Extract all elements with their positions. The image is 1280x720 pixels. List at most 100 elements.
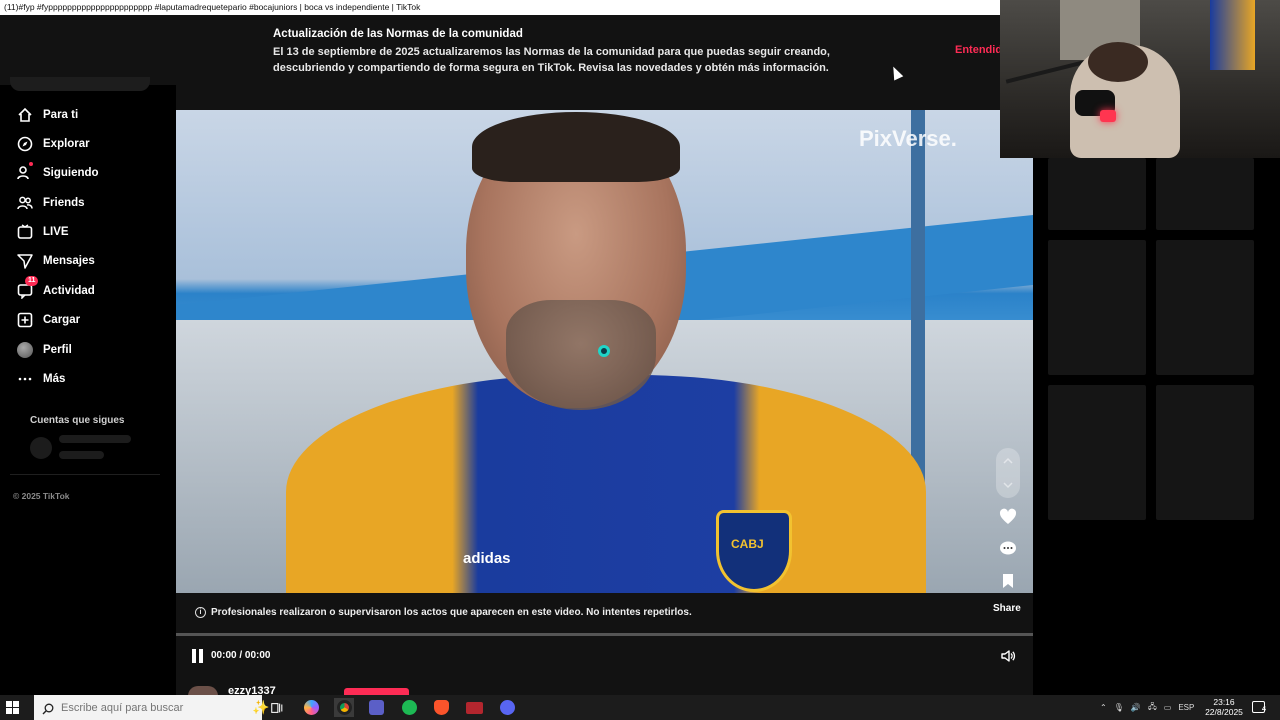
disclaimer-bar: i Profesionales realizaron o supervisaron… <box>176 593 1033 633</box>
brave-app-icon[interactable] <box>431 698 451 717</box>
crest-text: CABJ <box>731 537 764 551</box>
video-thumbnail[interactable] <box>1156 240 1254 375</box>
person-hair <box>472 112 680 182</box>
mic-light <box>1100 110 1116 122</box>
loading-text-skeleton <box>59 451 104 459</box>
divider <box>10 474 160 475</box>
windows-start-icon[interactable] <box>6 701 19 714</box>
taskbar-search-input[interactable] <box>61 701 211 714</box>
video-time: 00:00 / 00:00 <box>211 650 271 661</box>
sidebar-item-label: Cargar <box>43 314 81 326</box>
sidebar-item-mensajes[interactable]: Mensajes <box>16 251 95 271</box>
video-navigation-control[interactable] <box>996 448 1020 498</box>
video-thumbnail[interactable] <box>1048 385 1146 520</box>
activity-badge: 11 <box>25 276 39 286</box>
person-beard <box>506 300 656 410</box>
webcam-background-poster <box>1210 0 1255 70</box>
sidebar-item-label: Para ti <box>43 109 79 121</box>
divider <box>1033 158 1048 695</box>
compass-icon <box>16 135 34 153</box>
speaker-icon[interactable]: 🔊 <box>1131 703 1141 712</box>
webcam-overlay <box>1000 0 1280 158</box>
club-crest: CABJ <box>716 510 792 592</box>
sidebar-item-label: LIVE <box>43 226 69 238</box>
sidebar-item-cargar[interactable]: Cargar <box>16 310 80 330</box>
copyright: © 2025 TikTok <box>13 491 70 501</box>
teams-app-icon[interactable] <box>366 698 386 717</box>
disclaimer-text: Profesionales realizaron o supervisaron … <box>211 607 692 618</box>
sidebar-item-label: Actividad <box>43 285 95 297</box>
chevron-up-icon[interactable]: ⌃ <box>1100 703 1107 712</box>
sidebar-item-para-ti[interactable]: Para ti <box>16 105 78 125</box>
chrome-app-icon[interactable] <box>334 698 354 717</box>
info-icon: i <box>195 607 206 618</box>
video-thumbnail[interactable] <box>1156 385 1254 520</box>
system-tray: ⌃ 🎙 🔊 🖧 ▭ ESP <box>1100 695 1201 720</box>
loading-avatar-skeleton <box>30 437 52 459</box>
clock-time: 23:16 <box>1213 697 1235 707</box>
sidebar: Para ti Explorar Siguiendo Friends LIVE … <box>0 77 160 695</box>
sidebar-item-mas[interactable]: Más <box>16 369 65 389</box>
search-input[interactable] <box>10 77 150 91</box>
windows-taskbar: ✨ ⌃ 🎙 🔊 🖧 ▭ ESP 23:16 22/8/2025 4 <box>0 695 1280 720</box>
live-icon <box>16 223 34 241</box>
pause-button[interactable] <box>192 649 204 663</box>
more-icon <box>16 370 34 388</box>
sidebar-item-perfil[interactable]: Perfil <box>16 340 72 360</box>
sidebar-item-label: Siguiendo <box>43 167 99 179</box>
banner-text: El 13 de septiembre de 2025 actualizarem… <box>273 46 830 74</box>
volume-icon[interactable] <box>1000 648 1016 664</box>
following-accounts-title: Cuentas que sigues <box>30 415 125 426</box>
home-icon <box>16 106 34 124</box>
window-title: (11)#fyp #fypppppppppppppppppppppp #lapu… <box>0 0 1000 15</box>
sidebar-item-label: Mensajes <box>43 255 95 267</box>
new-content-dot <box>29 162 33 166</box>
jersey <box>286 375 926 593</box>
sidebar-item-live[interactable]: LIVE <box>16 222 69 242</box>
voicemeeter-app-icon[interactable] <box>464 698 484 717</box>
activity-icon: 11 <box>16 276 39 300</box>
touch-indicator-icon <box>598 345 610 357</box>
sidebar-item-label: Más <box>43 373 66 385</box>
related-videos-grid <box>1048 158 1258 523</box>
discord-app-icon[interactable] <box>497 698 517 717</box>
sidebar-item-siguiendo[interactable]: Siguiendo <box>16 162 99 183</box>
network-icon[interactable]: 🖧 <box>1148 701 1157 715</box>
microphone-icon[interactable]: 🎙 <box>1114 703 1124 712</box>
messages-icon <box>16 252 34 270</box>
sidebar-item-label: Perfil <box>43 344 72 356</box>
copilot-app-icon[interactable] <box>301 698 321 717</box>
taskbar-search[interactable]: ✨ <box>34 695 269 720</box>
player-top-bar <box>176 85 1033 110</box>
video-thumbnail[interactable] <box>1156 158 1254 230</box>
sidebar-item-label: Friends <box>43 197 85 209</box>
following-icon <box>16 162 34 182</box>
video-thumbnail[interactable] <box>1048 158 1146 230</box>
sidebar-item-friends[interactable]: Friends <box>16 193 85 213</box>
share-label[interactable]: Share <box>993 603 1021 614</box>
sidebar-item-label: Explorar <box>43 138 90 150</box>
notification-count: 4 <box>1262 706 1266 713</box>
jersey-brand: adidas <box>463 550 511 567</box>
display-icon[interactable]: ▭ <box>1164 703 1172 712</box>
taskbar-clock[interactable]: 23:16 22/8/2025 <box>1202 697 1246 717</box>
like-icon[interactable] <box>999 508 1017 526</box>
sidebar-item-explorar[interactable]: Explorar <box>16 134 90 154</box>
spotify-app-icon[interactable] <box>399 698 419 717</box>
bookmark-icon[interactable] <box>999 572 1017 590</box>
video-thumbnail[interactable] <box>1048 240 1146 375</box>
loading-text-skeleton <box>59 435 131 443</box>
notification-center-icon[interactable]: 4 <box>1252 701 1266 713</box>
search-icon <box>42 702 54 714</box>
clock-date: 22/8/2025 <box>1205 707 1243 717</box>
comment-icon[interactable] <box>999 540 1017 558</box>
video-player[interactable]: adidas CABJ PixVerse. i Profesionales rea… <box>176 85 1033 696</box>
player-controls: 00:00 / 00:00 <box>176 636 1033 686</box>
video-frame[interactable]: adidas CABJ PixVerse. <box>176 110 1033 593</box>
streamer-hair <box>1088 42 1148 82</box>
video-watermark: PixVerse. <box>859 126 957 151</box>
task-view-icon[interactable] <box>267 698 287 717</box>
sidebar-item-actividad[interactable]: 11 Actividad <box>16 276 95 301</box>
avatar <box>17 342 33 358</box>
input-language[interactable]: ESP <box>1178 703 1194 712</box>
